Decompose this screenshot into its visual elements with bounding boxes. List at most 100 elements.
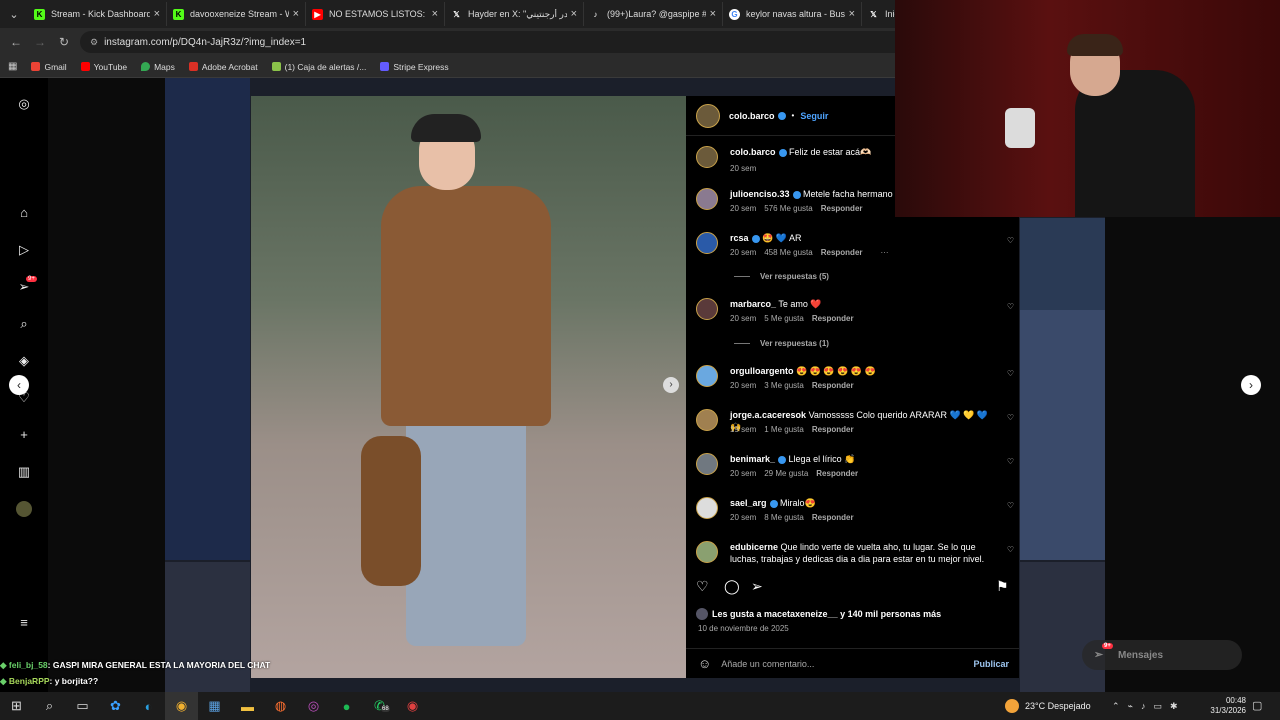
reply-button[interactable]: Responder xyxy=(821,204,863,213)
comment-avatar[interactable] xyxy=(696,365,718,387)
comment-username[interactable]: rcsa xyxy=(730,233,749,243)
next-post-arrow-icon[interactable]: › xyxy=(1241,375,1261,395)
instagram-logo-icon[interactable]: ◎ xyxy=(16,96,32,112)
whatsapp-icon[interactable]: ✆ 68 xyxy=(363,692,396,720)
comment-avatar[interactable] xyxy=(696,146,718,168)
close-tab-icon[interactable]: × xyxy=(849,8,855,20)
store-icon[interactable]: ▦ xyxy=(198,692,231,720)
bookmark-gmail[interactable]: Gmail xyxy=(31,62,67,72)
reply-button[interactable]: Responder xyxy=(812,381,854,390)
tab-tiktok[interactable]: ♪ (99+)Laura? @gaspipe # × xyxy=(584,2,723,26)
comment-likes[interactable]: 8 Me gusta xyxy=(764,513,804,522)
reels-icon[interactable]: ▷ xyxy=(16,242,32,258)
comment-likes[interactable]: 3 Me gusta xyxy=(764,381,804,390)
like-heart-icon[interactable]: ♡ xyxy=(1007,236,1014,245)
like-heart-icon[interactable]: ♡ xyxy=(1007,501,1014,510)
reply-button[interactable]: Responder xyxy=(812,314,854,323)
view-replies-button[interactable]: Ver respuestas (1) xyxy=(734,339,829,348)
like-heart-icon[interactable]: ♡ xyxy=(696,578,709,595)
comment-avatar[interactable] xyxy=(696,188,718,210)
close-tab-icon[interactable]: × xyxy=(154,8,160,20)
task-view-icon[interactable]: ▭ xyxy=(66,692,99,720)
copilot-icon[interactable]: ✿ xyxy=(99,692,132,720)
reply-button[interactable]: Responder xyxy=(821,248,863,257)
prev-post-arrow-icon[interactable]: ‹ xyxy=(9,375,29,395)
edge-icon[interactable]: ◐ xyxy=(132,692,165,720)
close-tab-icon[interactable]: × xyxy=(293,8,299,20)
tab-davooxeneize[interactable]: K davooxeneize Stream - W × xyxy=(167,2,306,26)
search-icon[interactable]: ⌕ xyxy=(33,692,66,720)
bookmark-youtube[interactable]: YouTube xyxy=(80,62,127,72)
comment-bubble-icon[interactable]: ◯ xyxy=(724,578,740,595)
like-heart-icon[interactable]: ♡ xyxy=(1007,545,1014,554)
home-icon[interactable]: ⌂ xyxy=(16,205,32,221)
comment-avatar[interactable] xyxy=(696,298,718,320)
comment-username[interactable]: sael_arg xyxy=(730,498,767,508)
profile-avatar[interactable] xyxy=(16,501,32,517)
comment-username[interactable]: benimark_ xyxy=(730,454,775,464)
back-arrow-icon[interactable]: ← xyxy=(4,35,28,49)
comment-likes[interactable]: 5 Me gusta xyxy=(764,314,804,323)
comment-username[interactable]: orgulloargento xyxy=(730,366,794,376)
comment-likes[interactable]: 458 Me gusta xyxy=(764,248,812,257)
recording-app-icon[interactable]: ◉ xyxy=(396,692,429,720)
tab-kick-dashboard[interactable]: K Stream - Kick Dashboard × xyxy=(28,2,167,26)
carousel-next-icon[interactable]: › xyxy=(663,377,679,393)
obs-icon[interactable]: ◎ xyxy=(297,692,330,720)
tab-youtube[interactable]: ▶ NO ESTAMOS LISTOS: ¿Po × xyxy=(306,2,445,26)
reply-button[interactable]: Responder xyxy=(812,425,854,434)
like-heart-icon[interactable]: ♡ xyxy=(1007,413,1014,422)
battery-icon[interactable]: ▭ xyxy=(1153,701,1162,712)
menu-icon[interactable]: ≡ xyxy=(16,615,32,631)
tab-google-search[interactable]: G keylor navas altura - Busc × xyxy=(723,2,862,26)
tab-search-chevron-icon[interactable]: ⌄ xyxy=(0,0,28,28)
firefox-icon[interactable]: ◍ xyxy=(264,692,297,720)
comment-username[interactable]: julioenciso.33 xyxy=(730,189,790,199)
comment-username[interactable]: colo.barco xyxy=(730,147,776,157)
network-icon[interactable]: ⌁ xyxy=(1128,701,1133,712)
comment-avatar[interactable] xyxy=(696,409,718,431)
like-heart-icon[interactable]: ♡ xyxy=(1007,369,1014,378)
comment-username[interactable]: marbarco_ xyxy=(730,299,776,309)
windows-start-icon[interactable]: ⊞ xyxy=(0,692,33,720)
bookmark-alertas[interactable]: (1) Caja de alertas /... xyxy=(271,62,366,72)
comment-avatar[interactable] xyxy=(696,541,718,563)
likes-summary[interactable]: Les gusta a macetaxeneize__ y 140 mil pe… xyxy=(696,608,941,620)
more-options-icon[interactable]: ··· xyxy=(881,248,889,257)
tab-x-hayder[interactable]: 𝕏 Hayder en X: "هيدر أرجنتيني × xyxy=(445,2,584,26)
notifications-icon[interactable]: ▢ xyxy=(1252,699,1262,712)
messages-button[interactable]: ➢ 9+ Mensajes xyxy=(1082,640,1242,670)
author-username[interactable]: colo.barco xyxy=(729,111,775,121)
file-explorer-icon[interactable]: ▬ xyxy=(231,692,264,720)
system-clock[interactable]: 00:48 31/3/2026 xyxy=(1198,696,1246,716)
comment-username[interactable]: edubicerne xyxy=(730,542,778,552)
dashboard-icon[interactable]: ▥ xyxy=(16,464,32,480)
reply-button[interactable]: Responder xyxy=(816,469,858,478)
author-avatar[interactable] xyxy=(696,103,720,128)
comment-avatar[interactable] xyxy=(696,453,718,475)
emoji-icon[interactable]: ☺ xyxy=(698,656,711,671)
site-info-icon[interactable]: ⚙ xyxy=(90,37,98,48)
close-tab-icon[interactable]: × xyxy=(710,8,716,20)
comment-likes[interactable]: 576 Me gusta xyxy=(764,204,812,213)
url-field[interactable]: ⚙ instagram.com/p/DQ4n-JajR3z/?img_index… xyxy=(80,31,940,53)
search-icon[interactable]: ⌕ xyxy=(16,316,32,332)
follow-button[interactable]: Seguir xyxy=(800,111,828,121)
comment-likes[interactable]: 1 Me gusta xyxy=(764,425,804,434)
create-plus-icon[interactable]: + xyxy=(16,427,32,443)
volume-icon[interactable]: ♪ xyxy=(1141,701,1146,711)
view-replies-button[interactable]: Ver respuestas (5) xyxy=(734,272,829,281)
bookmark-acrobat[interactable]: Adobe Acrobat xyxy=(188,62,258,72)
comment-avatar[interactable] xyxy=(696,232,718,254)
chrome-icon[interactable]: ◉ xyxy=(165,692,198,720)
bookmark-maps[interactable]: Maps xyxy=(141,62,175,72)
bluetooth-icon[interactable]: ✱ xyxy=(1170,701,1178,712)
reply-button[interactable]: Responder xyxy=(812,513,854,522)
forward-arrow-icon[interactable]: → xyxy=(28,35,52,49)
share-send-icon[interactable]: ➢ xyxy=(751,578,763,595)
spotify-icon[interactable]: ● xyxy=(330,692,363,720)
tray-chevron-icon[interactable]: ⌃ xyxy=(1112,701,1120,712)
comment-likes[interactable]: 29 Me gusta xyxy=(764,469,808,478)
close-tab-icon[interactable]: × xyxy=(571,8,577,20)
comment-username[interactable]: jorge.a.caceresok xyxy=(730,410,806,420)
